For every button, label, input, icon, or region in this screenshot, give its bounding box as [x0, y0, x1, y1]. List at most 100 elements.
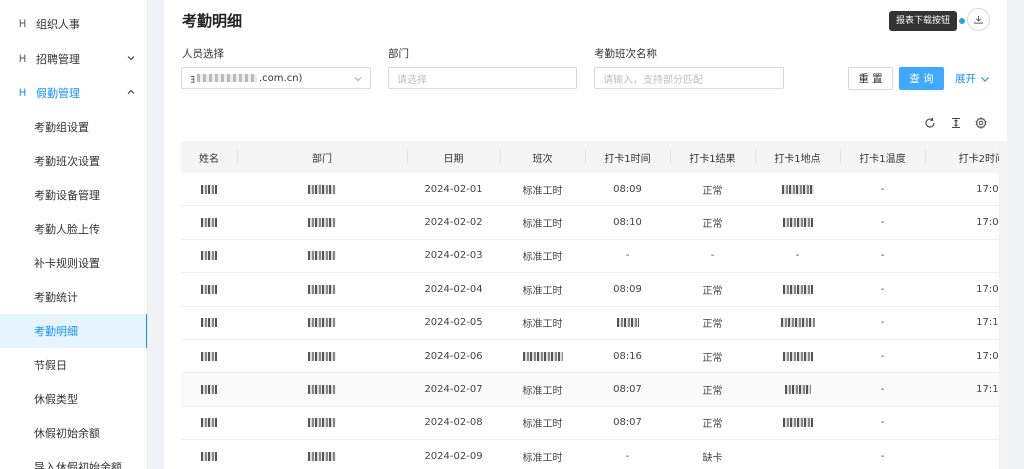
submenu-leave-balance[interactable]: 休假初始余额 [0, 416, 147, 450]
column-header[interactable]: 姓名 [181, 141, 237, 173]
menu-item-attendance[interactable]: ᕼ 假勤管理 [0, 76, 147, 110]
column-header[interactable]: 打卡1时间 [585, 141, 670, 173]
redacted-text [197, 74, 257, 82]
submenu-attendance-device[interactable]: 考勤设备管理 [0, 178, 147, 212]
table-scrollbar[interactable] [999, 141, 1007, 469]
redacted-text [201, 218, 217, 228]
redacted-text [782, 351, 813, 361]
expand-filters-link[interactable]: 展开 [955, 71, 990, 86]
submenu-leave-types[interactable]: 休假类型 [0, 382, 147, 416]
table-row[interactable]: 2024-02-06 08:16 正常 - 17:04 [181, 340, 1007, 374]
dept-cell [237, 206, 407, 238]
menu-item-label: 考勤统计 [34, 291, 78, 304]
menu-item-label: 组织人事 [36, 18, 80, 31]
punch1-result-cell: 正常 [702, 185, 723, 197]
submenu-face-upload[interactable]: 考勤人脸上传 [0, 212, 147, 246]
menu-item-label: 考勤设备管理 [34, 189, 100, 202]
table-row[interactable]: 2024-02-04 标准工时 08:09 正常 - 17:07 [181, 273, 1007, 307]
punch1-result-cell: 缺卡 [702, 452, 723, 464]
chevron-down-icon [126, 53, 136, 63]
column-height-icon[interactable] [950, 117, 962, 129]
column-header[interactable]: 打卡1温度 [840, 141, 925, 173]
date-cell: 2024-02-01 [424, 183, 483, 195]
punch1-temp-cell: - [880, 384, 885, 396]
dept-select[interactable]: 请选择 [388, 67, 577, 89]
punch1-location-cell [755, 440, 840, 469]
punch1-temp-cell: - [880, 250, 885, 262]
reset-button[interactable]: 重 置 [848, 67, 893, 90]
punch2-time-cell: 17:11 [976, 384, 1005, 396]
submenu-attendance-stats[interactable]: 考勤统计 [0, 280, 147, 314]
punch1-time-cell: 08:09 [613, 283, 642, 295]
punch1-result-cell: 正常 [702, 285, 723, 297]
redacted-text [308, 351, 336, 361]
submenu-attendance-shift[interactable]: 考勤班次设置 [0, 144, 147, 178]
shift-cell: 标准工时 [522, 185, 563, 197]
dept-cell [237, 307, 407, 339]
date-cell: 2024-02-05 [424, 317, 483, 329]
table-row[interactable]: 2024-02-05 标准工时 正常 - 17:16 [181, 307, 1007, 340]
column-header[interactable]: 打卡1结果 [670, 141, 755, 173]
punch1-temp-cell: - [880, 183, 885, 195]
shift-cell: 标准工时 [522, 319, 563, 331]
punch1-location-cell [755, 273, 840, 305]
table-row[interactable]: 2024-02-01 标准工时 08:09 正常 - 17:07 [181, 173, 1007, 207]
shift-cell: 标准工时 [522, 452, 563, 464]
redacted-text [782, 218, 813, 228]
column-header[interactable]: 打卡1地点 [755, 141, 840, 173]
tooltip-indicator [959, 18, 965, 24]
table-row[interactable]: 2024-02-03 标准工时 - - - - - [181, 240, 1007, 274]
refresh-icon[interactable] [924, 117, 936, 129]
name-cell [181, 373, 237, 405]
date-cell: 2024-02-03 [424, 250, 483, 262]
query-button[interactable]: 查 询 [899, 67, 944, 90]
punch1-time-cell: 08:07 [613, 417, 642, 429]
redacted-text [522, 351, 563, 361]
table-row[interactable]: 2024-02-02 标准工时 08:10 正常 - 17:01 [181, 206, 1007, 240]
redacted-text [201, 318, 217, 328]
column-header[interactable]: 日期 [407, 141, 500, 173]
download-report-button[interactable] [967, 8, 990, 31]
table-row[interactable]: 2024-02-08 标准工时 08:07 正常 - - [181, 407, 1007, 441]
dept-cell [237, 240, 407, 272]
column-header[interactable]: 打卡2时间 [925, 141, 1007, 173]
person-label: 人员选择 [182, 48, 224, 60]
main-content: 考勤明细 报表下载按钮 人员选择 ﾖ .com.cn) 部门 请选择 考勤班次名称… [164, 0, 1007, 469]
shift-name-input[interactable]: 请输入，支持部分匹配 [594, 67, 784, 89]
gear-icon[interactable] [975, 117, 987, 129]
punch2-time-cell: 17:07 [976, 183, 1005, 195]
submenu-attendance-group[interactable]: 考勤组设置 [0, 110, 147, 144]
submenu-import-leave-balance[interactable]: 导入休假初始余额 [0, 450, 147, 469]
submenu-holidays[interactable]: 节假日 [0, 348, 147, 382]
menu-item-label: 导入休假初始余额 [34, 461, 122, 469]
name-cell [181, 340, 237, 372]
punch1-location-cell [755, 373, 840, 405]
redacted-text [201, 385, 217, 395]
punch1-location-cell [755, 340, 840, 372]
submenu-attendance-detail[interactable]: 考勤明细 [0, 314, 147, 348]
redacted-text [308, 284, 336, 294]
punch1-temp-cell: - [880, 317, 885, 329]
punch2-time-cell: 17:16 [976, 317, 1005, 329]
person-select[interactable]: ﾖ .com.cn) [181, 67, 371, 89]
menu-item-org[interactable]: ᕼ 组织人事 [0, 7, 147, 41]
punch1-time-cell: 08:10 [613, 217, 642, 229]
punch1-location-cell: - [795, 250, 800, 262]
column-header[interactable]: 班次 [500, 141, 585, 173]
shift-cell: 标准工时 [522, 386, 563, 398]
menu-item-recruit[interactable]: ᕼ 招聘管理 [0, 42, 147, 76]
date-cell: 2024-02-08 [424, 417, 483, 429]
punch2-time-cell: - [925, 407, 1007, 439]
punch1-time-cell: - [625, 250, 630, 262]
selected-person-prefix: ﾖ [190, 74, 195, 86]
table-row[interactable]: 2024-02-09 标准工时 - 缺卡 - - [181, 440, 1007, 469]
punch1-temp-cell: - [880, 350, 885, 362]
column-header[interactable]: 部门 [237, 141, 407, 173]
submenu-reclock-rules[interactable]: 补卡规则设置 [0, 246, 147, 280]
punch2-time-cell: 17:04 [976, 350, 1005, 362]
dept-cell [237, 173, 407, 205]
redacted-text [201, 284, 217, 294]
table-row[interactable]: 2024-02-07 标准工时 08:07 正常 - 17:11 [181, 373, 1007, 407]
name-cell [181, 307, 237, 339]
punch1-location-cell [755, 206, 840, 238]
